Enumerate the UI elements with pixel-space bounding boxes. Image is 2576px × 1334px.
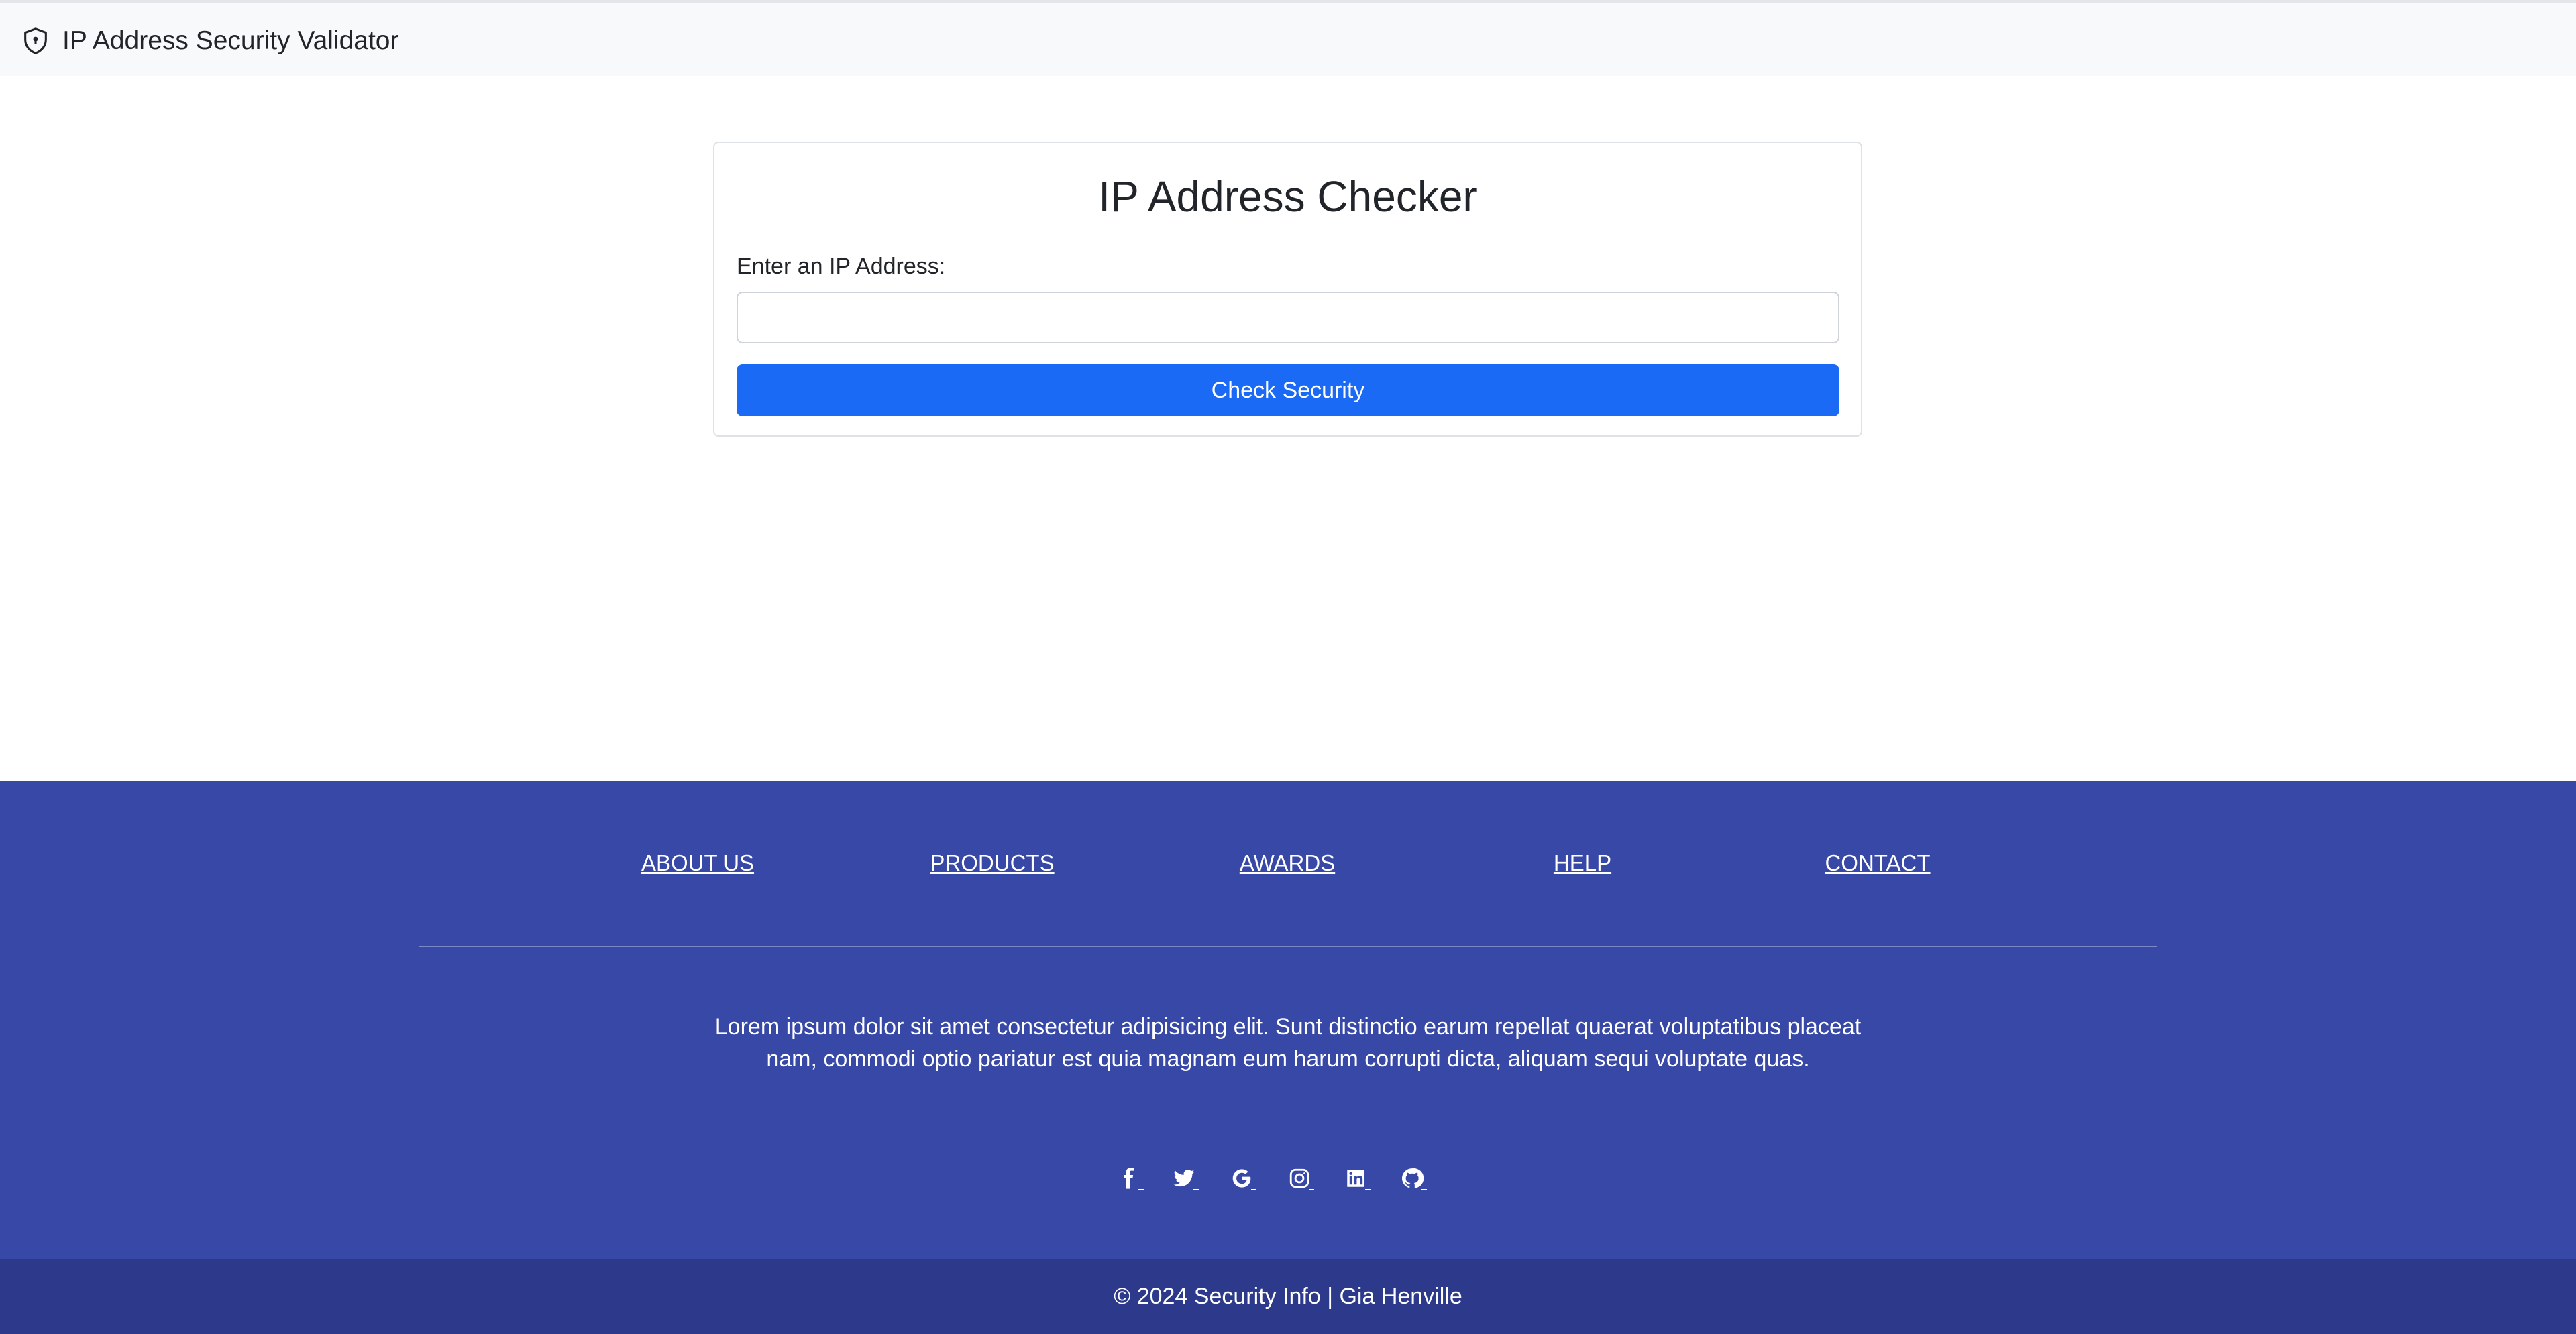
ip-checker-card: IP Address Checker Enter an IP Address: … (713, 142, 1862, 437)
copyright-bar: © 2024 Security Info | Gia Henville (0, 1259, 2576, 1334)
github-icon[interactable] (1397, 1164, 1427, 1193)
footer-description: Lorem ipsum dolor sit amet consectetur a… (714, 1014, 1862, 1072)
check-security-button[interactable]: Check Security (737, 364, 1839, 416)
footer-link-contact[interactable]: CONTACT (1825, 846, 1930, 880)
ip-address-input[interactable] (737, 292, 1839, 343)
footer-link-awards[interactable]: AWARDS (1240, 846, 1335, 880)
footer-link-help[interactable]: HELP (1554, 846, 1611, 880)
navbar: IP Address Security Validator (0, 0, 2576, 76)
footer-link-about-us[interactable]: ABOUT US (641, 846, 754, 880)
footer-link-products[interactable]: PRODUCTS (930, 846, 1054, 880)
footer: ABOUT US PRODUCTS AWARDS HELP CONTACT Lo… (0, 781, 2576, 1259)
facebook-icon[interactable] (1114, 1164, 1144, 1193)
card-title: IP Address Checker (1098, 172, 1477, 221)
instagram-icon[interactable] (1285, 1164, 1314, 1193)
ip-field-label: Enter an IP Address: (737, 254, 946, 279)
shield-lock-icon (20, 25, 51, 56)
twitter-icon[interactable] (1169, 1164, 1199, 1193)
app-title[interactable]: IP Address Security Validator (62, 25, 398, 57)
footer-divider (419, 946, 2157, 947)
google-icon[interactable] (1227, 1164, 1256, 1193)
copyright-text: © 2024 Security Info | Gia Henville (1114, 1283, 1462, 1309)
linkedin-icon[interactable] (1341, 1164, 1371, 1193)
